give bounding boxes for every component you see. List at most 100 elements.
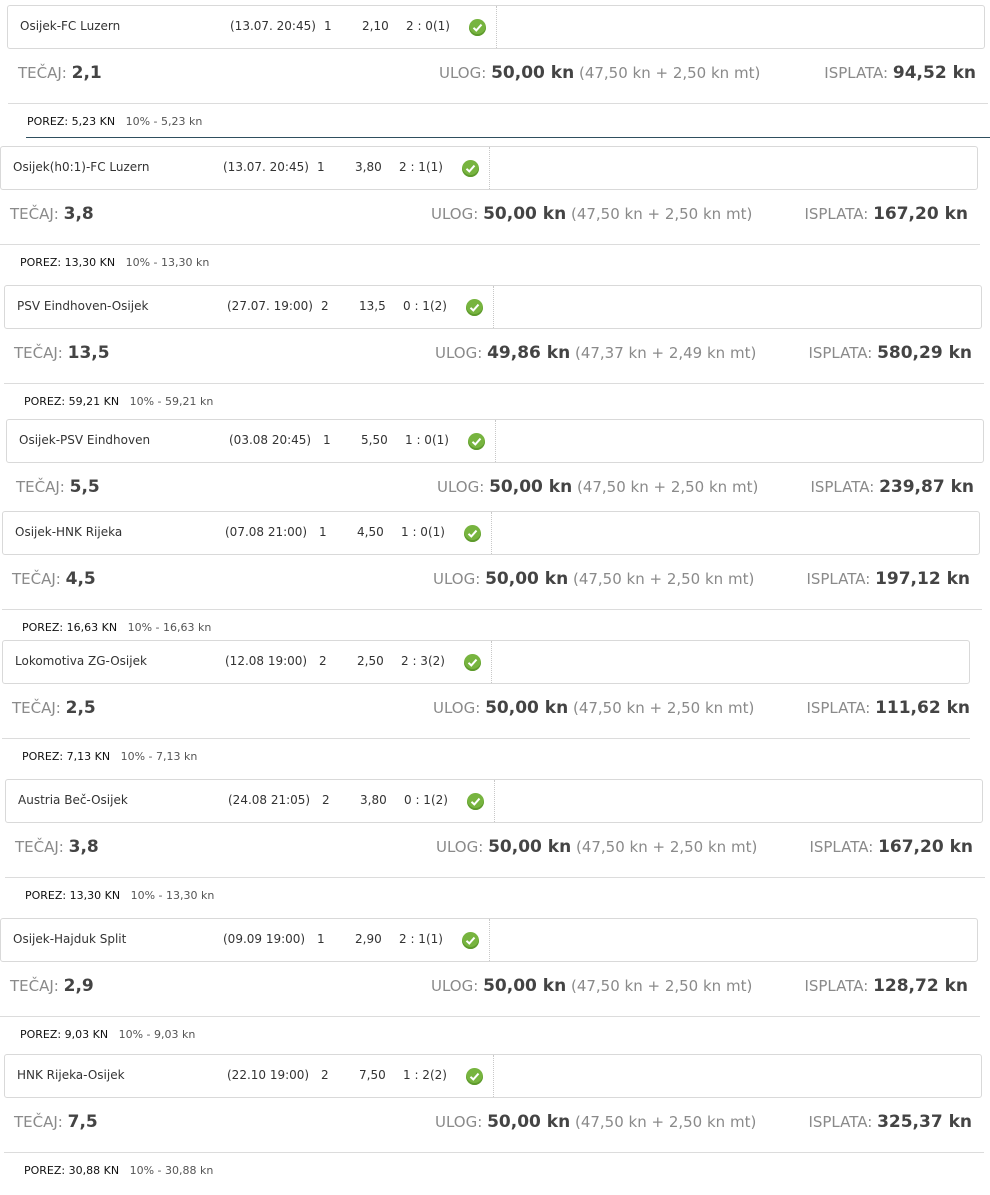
tecaj-value: 13,5 bbox=[67, 343, 110, 363]
porez-detail: 10% - 30,88 kn bbox=[129, 1164, 214, 1177]
match-row[interactable]: PSV Eindhoven-Osijek (27.07. 19:00) 2 13… bbox=[4, 285, 982, 329]
ulog-value: 50,00 kn bbox=[485, 698, 569, 718]
check-circle-icon bbox=[466, 1068, 483, 1085]
tecaj-group: TEČAJ: 4,5 bbox=[12, 569, 96, 589]
isplata-label: ISPLATA: bbox=[806, 699, 871, 717]
ticket-summary: TEČAJ: 7,5 ULOG: 50,00 kn (47,50 kn + 2,… bbox=[4, 1112, 982, 1138]
ulog-group: ULOG: 50,00 kn (47,50 kn + 2,50 kn mt) bbox=[436, 837, 757, 857]
match-row[interactable]: Osijek-FC Luzern (13.07. 20:45) 1 2,10 2… bbox=[7, 5, 985, 49]
match-result: 1 : 0(1) bbox=[405, 433, 449, 447]
check-circle-icon bbox=[462, 932, 479, 949]
tecaj-group: TEČAJ: 5,5 bbox=[16, 477, 100, 497]
tecaj-label: TEČAJ: bbox=[12, 699, 61, 717]
ulog-detail: (47,50 kn + 2,50 kn mt) bbox=[578, 64, 761, 82]
match-tip: 1 bbox=[324, 19, 332, 33]
ulog-value: 50,00 kn bbox=[489, 477, 573, 497]
tecaj-group: TEČAJ: 3,8 bbox=[15, 837, 99, 857]
separator bbox=[4, 383, 984, 384]
match-row[interactable]: Austria Beč-Osijek (24.08 21:05) 2 3,80 … bbox=[5, 779, 983, 823]
match-time: (27.07. 19:00) bbox=[227, 299, 313, 313]
match-time: (22.10 19:00) bbox=[227, 1068, 310, 1082]
ticket: HNK Rijeka-Osijek (22.10 19:00) 2 7,50 1… bbox=[0, 1054, 990, 1194]
ulog-value: 50,00 kn bbox=[483, 976, 567, 996]
match-tip: 1 bbox=[317, 160, 325, 174]
ticket: PSV Eindhoven-Osijek (27.07. 19:00) 2 13… bbox=[0, 285, 990, 425]
section-divider bbox=[26, 137, 990, 138]
row-divider bbox=[493, 1055, 494, 1097]
porez-label: POREZ: bbox=[24, 1164, 66, 1177]
tecaj-label: TEČAJ: bbox=[16, 478, 65, 496]
tecaj-value: 4,5 bbox=[65, 569, 96, 589]
ticket: Austria Beč-Osijek (24.08 21:05) 2 3,8 0 … bbox=[0, 779, 990, 919]
ticket-summary: TEČAJ: 2,5 ULOG: 50,00 kn (47,50 kn + 2,… bbox=[2, 698, 980, 724]
match-result: 2 : 1(1) bbox=[399, 160, 443, 174]
match-row[interactable]: Osijek(h0:1)-FC Luzern (13.07. 20:45) 1 … bbox=[0, 146, 978, 190]
porez-value: 59,21 KN bbox=[68, 395, 120, 408]
isplata-group: ISPLATA: 239,87 kn bbox=[810, 477, 974, 497]
isplata-value: 167,20 kn bbox=[878, 837, 973, 857]
tecaj-label: TEČAJ: bbox=[14, 344, 63, 362]
isplata-value: 197,12 kn bbox=[875, 569, 970, 589]
ulog-group: ULOG: 50,00 kn (47,50 kn + 2,50 kn mt) bbox=[431, 976, 752, 996]
porez-detail: 10% - 13,30 kn bbox=[125, 256, 210, 269]
isplata-label: ISPLATA: bbox=[806, 570, 871, 588]
tax-line: POREZ: 13,30 KN 10% - 13,30 kn bbox=[20, 256, 209, 269]
match-name: Osijek-Hajduk Split bbox=[13, 932, 127, 946]
row-divider bbox=[494, 780, 495, 822]
match-name: Osijek(h0:1)-FC Luzern bbox=[13, 160, 150, 174]
isplata-label: ISPLATA: bbox=[808, 344, 873, 362]
tecaj-label: TEČAJ: bbox=[12, 570, 61, 588]
tecaj-value: 2,9 bbox=[63, 976, 94, 996]
row-divider bbox=[491, 641, 492, 683]
match-name: HNK Rijeka-Osijek bbox=[17, 1068, 125, 1082]
porez-label: POREZ: bbox=[20, 256, 62, 269]
tecaj-label: TEČAJ: bbox=[15, 838, 64, 856]
ulog-detail: (47,50 kn + 2,50 kn mt) bbox=[574, 1113, 757, 1131]
tax-line: POREZ: 13,30 KN 10% - 13,30 kn bbox=[25, 889, 214, 902]
tecaj-group: TEČAJ: 2,1 bbox=[18, 63, 102, 83]
match-row[interactable]: Osijek-PSV Eindhoven (03.08 20:45) 1 5,5… bbox=[6, 419, 984, 463]
porez-value: 30,88 KN bbox=[68, 1164, 120, 1177]
match-odd: 13,5 bbox=[359, 299, 386, 313]
porez-detail: 10% - 5,23 kn bbox=[125, 115, 203, 128]
ulog-value: 50,00 kn bbox=[483, 204, 567, 224]
ticket-summary: TEČAJ: 3,8 ULOG: 50,00 kn (47,50 kn + 2,… bbox=[5, 837, 983, 863]
match-result: 1 : 2(2) bbox=[403, 1068, 447, 1082]
match-row[interactable]: HNK Rijeka-Osijek (22.10 19:00) 2 7,50 1… bbox=[4, 1054, 982, 1098]
ulog-detail: (47,50 kn + 2,50 kn mt) bbox=[572, 699, 755, 717]
ulog-detail: (47,37 kn + 2,49 kn mt) bbox=[574, 344, 757, 362]
ulog-label: ULOG: bbox=[431, 205, 479, 223]
match-tip: 1 bbox=[319, 525, 327, 539]
porez-value: 5,23 KN bbox=[71, 115, 116, 128]
check-circle-icon bbox=[464, 525, 481, 542]
tecaj-group: TEČAJ: 7,5 bbox=[14, 1112, 98, 1132]
match-row[interactable]: Osijek-Hajduk Split (09.09 19:00) 1 2,90… bbox=[0, 918, 978, 962]
match-row[interactable]: Lokomotiva ZG-Osijek (12.08 19:00) 2 2,5… bbox=[2, 640, 970, 684]
match-time: (12.08 19:00) bbox=[225, 654, 308, 668]
tecaj-value: 3,8 bbox=[63, 204, 94, 224]
ulog-group: ULOG: 50,00 kn (47,50 kn + 2,50 kn mt) bbox=[435, 1112, 756, 1132]
isplata-group: ISPLATA: 167,20 kn bbox=[809, 837, 973, 857]
match-name: Osijek-PSV Eindhoven bbox=[19, 433, 151, 447]
match-time: (24.08 21:05) bbox=[228, 793, 311, 807]
tax-line: POREZ: 5,23 KN 10% - 5,23 kn bbox=[27, 115, 202, 128]
match-result: 1 : 0(1) bbox=[401, 525, 445, 539]
isplata-value: 167,20 kn bbox=[873, 204, 968, 224]
separator bbox=[0, 244, 980, 245]
ulog-detail: (47,50 kn + 2,50 kn mt) bbox=[570, 205, 753, 223]
check-circle-icon bbox=[462, 160, 479, 177]
porez-value: 13,30 KN bbox=[64, 256, 116, 269]
row-divider bbox=[489, 919, 490, 961]
tecaj-group: TEČAJ: 13,5 bbox=[14, 343, 110, 363]
isplata-value: 111,62 kn bbox=[875, 698, 970, 718]
match-odd: 7,50 bbox=[359, 1068, 386, 1082]
match-time: (13.07. 20:45) bbox=[223, 160, 309, 174]
match-row[interactable]: Osijek-HNK Rijeka (07.08 21:00) 1 4,50 1… bbox=[2, 511, 980, 555]
row-divider bbox=[495, 420, 496, 462]
isplata-label: ISPLATA: bbox=[809, 838, 874, 856]
tecaj-group: TEČAJ: 2,5 bbox=[12, 698, 96, 718]
isplata-group: ISPLATA: 325,37 kn bbox=[808, 1112, 972, 1132]
match-tip: 1 bbox=[317, 932, 325, 946]
tecaj-label: TEČAJ: bbox=[10, 205, 59, 223]
isplata-group: ISPLATA: 94,52 kn bbox=[824, 63, 976, 83]
